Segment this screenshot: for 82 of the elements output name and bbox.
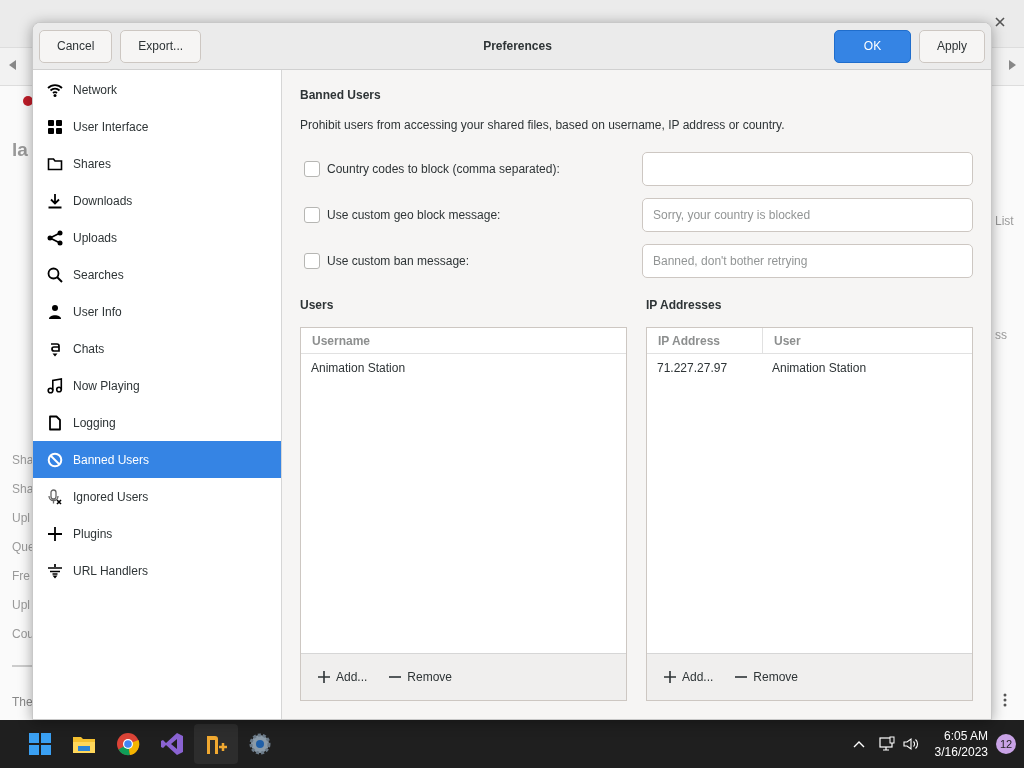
- checkbox[interactable]: [304, 253, 320, 269]
- text-fragment: Upl: [12, 510, 30, 527]
- table-cell-text: 71.227.27.97: [656, 360, 729, 377]
- grid-icon: [47, 118, 63, 135]
- right-arrow-icon: [1008, 60, 1016, 70]
- sidebar-item[interactable]: User Interface: [33, 108, 281, 145]
- blocked-icon: [47, 451, 63, 468]
- add-button[interactable]: Add...: [657, 664, 721, 690]
- taskbar-button[interactable]: [194, 724, 238, 764]
- section-title: Banned Users: [300, 87, 382, 104]
- cancel-button[interactable]: Cancel: [39, 29, 113, 63]
- section-title: Users: [300, 297, 335, 314]
- plus-icon: [47, 525, 63, 542]
- chevron-up-icon[interactable]: [852, 740, 865, 748]
- browser-icon: [116, 732, 140, 756]
- network-icon[interactable]: [878, 736, 895, 752]
- remove-button[interactable]: Remove: [728, 664, 806, 690]
- ribbon-icon: [160, 732, 184, 756]
- start-icon: [28, 732, 52, 756]
- export-button[interactable]: Export...: [120, 29, 202, 63]
- left-arrow-icon: [9, 60, 17, 70]
- plus-icon: [664, 671, 676, 683]
- text-fragment: Fre: [12, 568, 30, 585]
- download-icon: [47, 192, 63, 209]
- sidebar-item[interactable]: Banned Users: [33, 441, 281, 478]
- minus-icon: [735, 676, 748, 678]
- network-icon: [47, 81, 63, 98]
- sidebar-item[interactable]: Ignored Users: [33, 478, 281, 515]
- remove-button[interactable]: Remove: [382, 664, 460, 690]
- table-cell-text: Animation Station: [771, 360, 868, 377]
- text-fragment: List: [995, 213, 1014, 230]
- sidebar-item[interactable]: URL Handlers: [33, 552, 281, 589]
- ban-message-field[interactable]: Banned, don't bother retrying: [642, 244, 973, 278]
- option-label: Country codes to block (comma separated):: [327, 161, 561, 178]
- text-fragment: The: [12, 694, 33, 711]
- share-icon: [47, 229, 63, 246]
- checkbox[interactable]: [304, 207, 320, 223]
- clock-time: 6:05 AM: [942, 728, 988, 744]
- geo-message-field[interactable]: Sorry, your country is blocked: [642, 198, 973, 232]
- text-fragment: Upl: [12, 597, 30, 614]
- settings-icon: [248, 732, 272, 756]
- minus-icon: [389, 676, 402, 678]
- sidebar-item[interactable]: Plugins: [33, 515, 281, 552]
- notification-count[interactable]: 12: [996, 734, 1016, 754]
- document-icon: [47, 414, 63, 431]
- checkbox[interactable]: [304, 161, 320, 177]
- apply-button[interactable]: Apply: [918, 29, 985, 63]
- text-fragment: ss: [995, 327, 1007, 344]
- sidebar-item[interactable]: Network: [33, 71, 281, 108]
- clock[interactable]: 6:05 AM 3/16/2023: [934, 728, 988, 760]
- section-title: IP Addresses: [646, 297, 723, 314]
- sidebar-item[interactable]: User Info: [33, 293, 281, 330]
- clock-date: 3/16/2023: [934, 744, 988, 760]
- person-icon: [47, 303, 63, 320]
- table-cell-text: Animation Station: [310, 360, 407, 377]
- sidebar-item[interactable]: Downloads: [33, 182, 281, 219]
- filter-icon: [47, 562, 63, 579]
- country-codes-field[interactable]: [642, 152, 973, 186]
- sidebar-item[interactable]: Now Playing: [33, 367, 281, 404]
- dialog-title: Preferences: [482, 38, 553, 55]
- sidebar-item[interactable]: Shares: [33, 145, 281, 182]
- muted-microphone-icon: [47, 488, 63, 505]
- close-icon[interactable]: [995, 17, 1005, 27]
- option-label: Use custom geo block message:: [327, 207, 502, 224]
- option-label: Use custom ban message:: [327, 253, 471, 270]
- sidebar-item[interactable]: Logging: [33, 404, 281, 441]
- sidebar-item[interactable]: Chats: [33, 330, 281, 367]
- sidebar-item[interactable]: Searches: [33, 256, 281, 293]
- more-icon[interactable]: [1003, 693, 1007, 707]
- description-text: Prohibit users from accessing your shared files, based on username, IP address or country.: [300, 117, 786, 134]
- text-fragment: Sha: [12, 481, 34, 498]
- ok-button[interactable]: OK: [833, 29, 911, 63]
- music-note-icon: [47, 377, 63, 394]
- plus-icon: [318, 671, 330, 683]
- add-button[interactable]: Add...: [311, 664, 375, 690]
- folder-icon: [47, 155, 63, 172]
- text-fragment: la: [12, 138, 28, 162]
- search-icon: [47, 266, 63, 283]
- status-dot-icon: [23, 96, 33, 106]
- sidebar-item[interactable]: Uploads: [33, 219, 281, 256]
- speaker-icon[interactable]: [902, 736, 919, 752]
- text-fragment: Sha: [12, 452, 34, 469]
